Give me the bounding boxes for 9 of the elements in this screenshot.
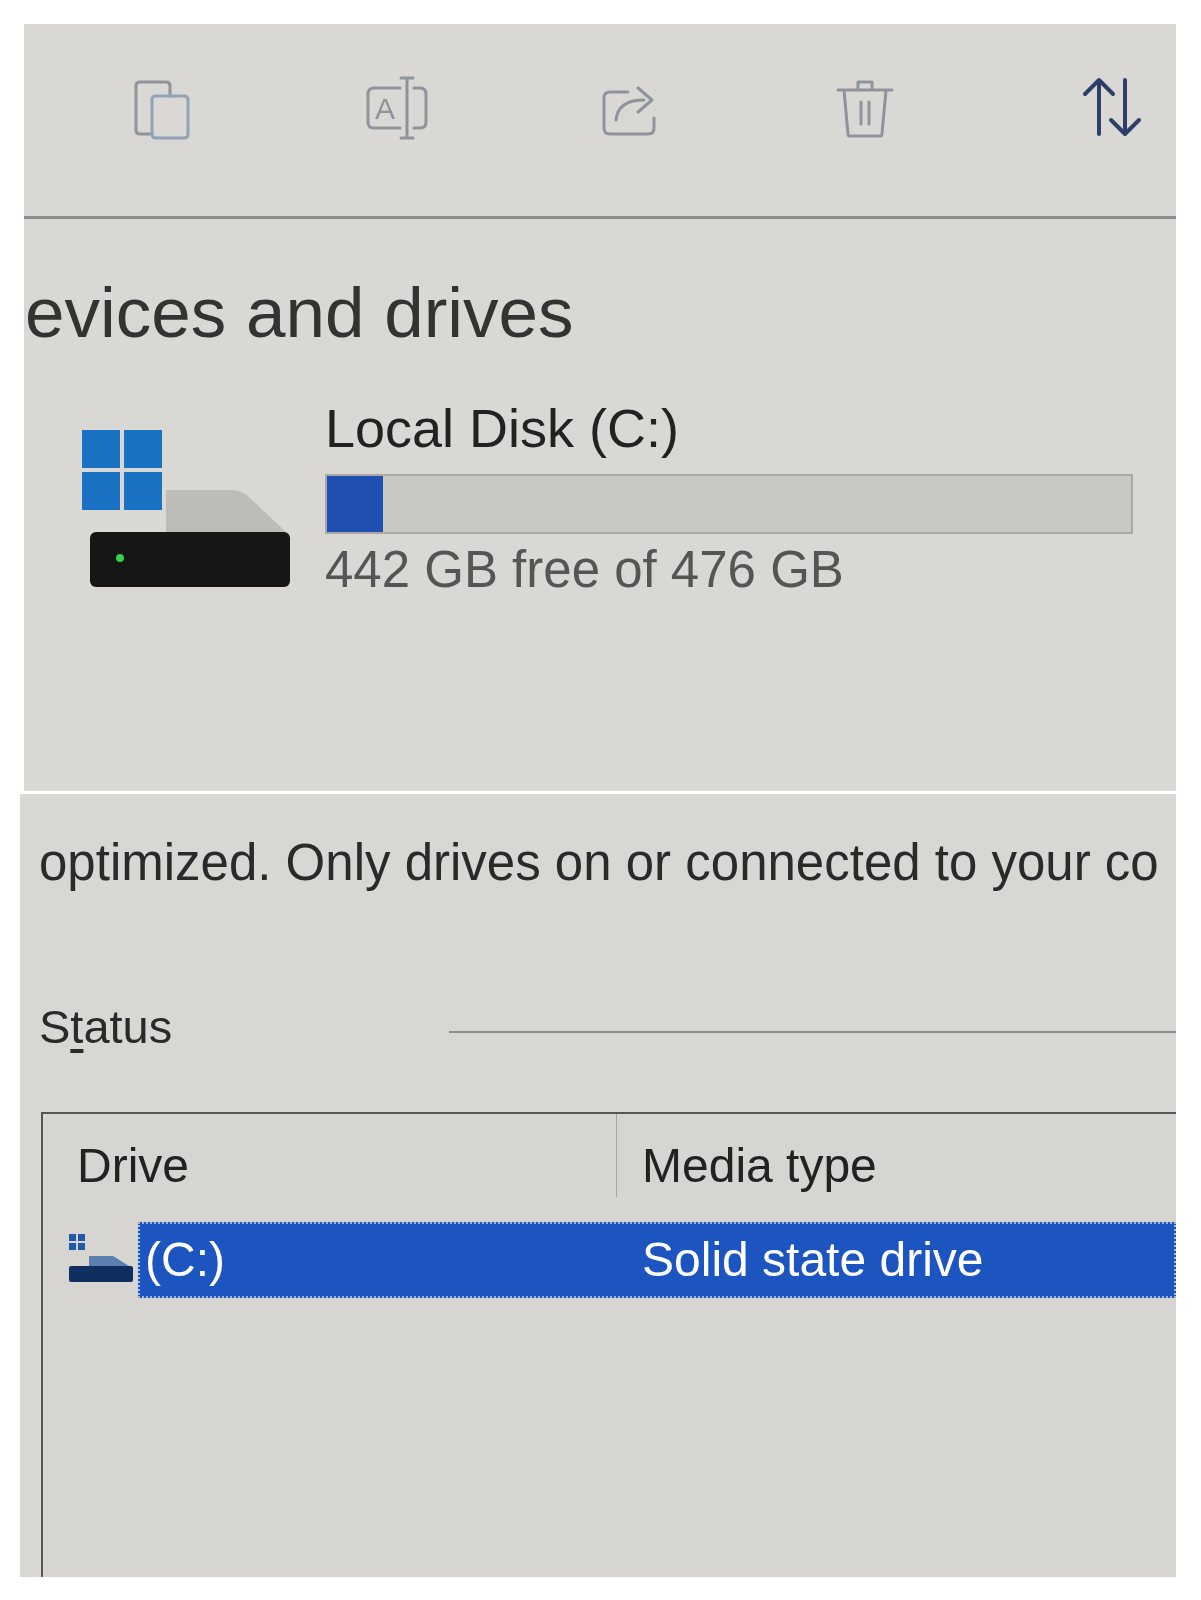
drive-icon xyxy=(82,430,292,588)
column-header[interactable]: Drive xyxy=(43,1114,617,1197)
table-cell-text: (C:) xyxy=(144,1236,226,1284)
group-label: Status xyxy=(39,1003,173,1050)
free-space-text: 442 GB free of 476 GB xyxy=(325,544,844,595)
column-header[interactable]: Media type xyxy=(617,1114,877,1197)
section-heading: evices and drives xyxy=(24,277,574,348)
list-row[interactable]: (C:) Solid state drive xyxy=(138,1222,1176,1298)
table-cell-text: Solid state drive xyxy=(641,1236,984,1284)
